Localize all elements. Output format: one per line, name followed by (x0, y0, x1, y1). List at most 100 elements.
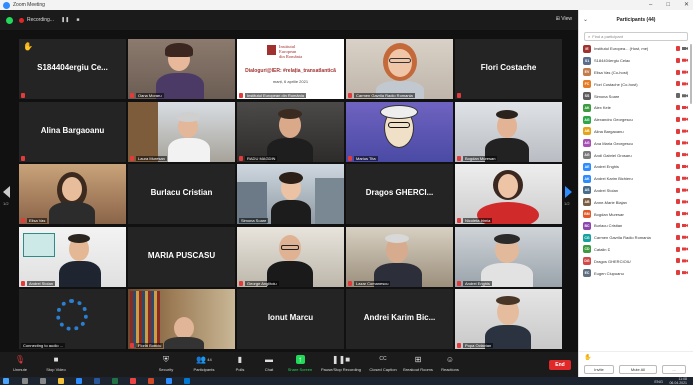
video-tile[interactable]: ✋ S184404ergiu Ce... (19, 39, 126, 99)
participant-name: Andrei Stoian (27, 281, 56, 286)
video-tile[interactable]: Alina Bargaoanu (19, 102, 126, 162)
next-page-arrow-icon[interactable] (565, 186, 572, 198)
participant-row[interactable]: S1 S184404ergiu Celac (579, 55, 691, 67)
mic-muted-icon (457, 93, 461, 98)
language-indicator[interactable]: ENG (654, 379, 663, 384)
view-button[interactable]: ⊞ View (556, 16, 572, 22)
video-tile[interactable]: MARIA PUSCASU (128, 227, 235, 287)
participant-row[interactable]: BM Bogdan Muresan (579, 208, 691, 220)
share-screen-icon: ↑ (295, 355, 305, 364)
clock[interactable]: 11:08 06.04.2021 (669, 377, 687, 385)
participant-row[interactable]: AG Andi Gabriel Grosaru (579, 149, 691, 161)
participant-row[interactable]: FC Flori Costache (Co-host) (579, 78, 691, 90)
minimize-icon[interactable]: – (649, 0, 652, 10)
video-tile[interactable]: Bogdan Muresan (455, 102, 562, 162)
pause-recording-button[interactable]: ❚❚■ Pause/Stop Recording (321, 355, 361, 372)
video-tile[interactable]: Lazar Comanescu (346, 227, 453, 287)
participant-row[interactable]: AG Alexandru Georgescu (579, 114, 691, 126)
unmute-button[interactable]: 🎙 Unmute (0, 355, 40, 372)
video-tile[interactable]: Andrei Stoian (19, 227, 126, 287)
camera-icon: ■ (53, 355, 59, 364)
video-tile[interactable]: Marius Tita (346, 102, 453, 162)
video-tile[interactable]: Institutul European din România Dialogur… (237, 39, 344, 99)
close-icon[interactable]: ✕ (684, 0, 689, 10)
unmute-label: Unmute (12, 367, 27, 372)
participant-name: Ionut Marcu (267, 313, 314, 322)
video-tile[interactable]: Florin Bonciu (128, 289, 235, 349)
mic-muted-icon (676, 140, 680, 146)
pause-recording-icon[interactable]: ❚❚ (61, 17, 69, 23)
participant-row[interactable]: CD Catalin D (579, 244, 691, 256)
participant-row[interactable]: AK Andrei Karim Bichieru (579, 173, 691, 185)
participant-name: Anne-Marie Blajan (594, 199, 627, 205)
participant-list-scrollbar[interactable] (690, 44, 692, 104)
raise-hand-icon[interactable]: ✋ (584, 354, 591, 361)
avatar-logo-icon (56, 299, 88, 331)
video-tile[interactable]: Flori Costache (455, 39, 562, 99)
participant-row[interactable]: AK Alex Kele (579, 102, 691, 114)
video-tile[interactable]: Laura Muresan (128, 102, 235, 162)
video-tile[interactable]: George Anglitoiu (237, 227, 344, 287)
closed-caption-button[interactable]: CC Closed Caption (363, 355, 403, 372)
participant-row[interactable]: AG Ana Maria Georgescu (579, 137, 691, 149)
participant-row[interactable]: IE Institutul Europea... (Host, me) (579, 43, 691, 55)
participant-row[interactable]: DG Dragos GHERCIOIU (579, 255, 691, 267)
page-indicator-right: 1/2 (564, 201, 570, 206)
polls-label: Polls (235, 367, 245, 372)
video-tile[interactable]: Burlacu Cristian (128, 164, 235, 224)
closed-caption-label: Closed Caption (369, 367, 397, 372)
reactions-button[interactable]: ☺ Reactions (430, 355, 470, 372)
video-tile[interactable]: Carmen Gavrila Radio Romania (346, 39, 453, 99)
video-tile[interactable]: Popa Octavian (455, 289, 562, 349)
edge-icon[interactable] (76, 378, 82, 384)
share-screen-button[interactable]: ↑ Share Screen (280, 355, 320, 372)
stop-recording-icon[interactable]: ■ (76, 17, 79, 23)
video-tile[interactable]: Andrei Karim Bic... (346, 289, 453, 349)
participant-search-input[interactable]: ⌕ Find a participant (584, 32, 688, 41)
powerpoint-icon[interactable] (148, 378, 154, 384)
outlook-icon[interactable] (184, 378, 190, 384)
end-meeting-button[interactable]: End (549, 360, 571, 370)
participant-row[interactable]: AS Andrei Stoian (579, 185, 691, 197)
task-view-icon[interactable] (40, 378, 46, 384)
video-tile[interactable]: Nicoleta Irimia (455, 164, 562, 224)
collapse-panel-icon[interactable]: ⌄ (583, 16, 588, 23)
video-tile[interactable]: Elisa Vas (19, 164, 126, 224)
word-icon[interactable] (94, 378, 100, 384)
stop-video-button[interactable]: ■ Stop Video (36, 355, 76, 372)
video-tile[interactable]: Ionut Marcu (237, 289, 344, 349)
video-tile[interactable]: Connecting to audio ... (19, 289, 126, 349)
participant-row[interactable]: BC Burlacu Cristian (579, 220, 691, 232)
zoom-app: Zoom Meeting – □ ✕ Recording... ❚❚ ■ ⊞ V… (0, 0, 693, 385)
zoom-taskbar-icon[interactable] (166, 378, 172, 384)
participant-row[interactable]: AB Anne-Marie Blajan (579, 196, 691, 208)
participant-row[interactable]: SS Simona Soare (579, 90, 691, 102)
participants-button[interactable]: 👥 44 Participants (184, 355, 224, 372)
video-tile[interactable]: Andrei Enghis (455, 227, 562, 287)
participant-row[interactable]: EV Elisa Vas (Co-host) (579, 67, 691, 79)
maximize-icon[interactable]: □ (666, 0, 670, 10)
previous-page-arrow-icon[interactable] (3, 186, 10, 198)
video-tile-active-speaker[interactable]: Simona Soare (237, 164, 344, 224)
participant-row[interactable]: EC Eugen Ciupuanu (579, 267, 691, 279)
mute-all-button[interactable]: Mute All (619, 365, 657, 374)
invite-button[interactable]: Invite (584, 365, 614, 374)
chrome-icon[interactable] (130, 378, 136, 384)
security-button[interactable]: ⛨ Security (146, 355, 186, 372)
mic-muted-icon (676, 211, 680, 217)
more-options-button[interactable]: ... (662, 365, 686, 374)
video-off-icon (682, 70, 688, 74)
participant-row[interactable]: AB Alina Bargaoanu (579, 126, 691, 138)
video-off-icon (682, 58, 688, 62)
participant-row[interactable]: AE Andrei Enghis (579, 161, 691, 173)
excel-icon[interactable] (112, 378, 118, 384)
video-tile[interactable]: Oana Moraru (128, 39, 235, 99)
file-explorer-icon[interactable] (58, 378, 64, 384)
video-tile[interactable]: Dragos GHERCI... (346, 164, 453, 224)
search-taskbar-icon[interactable] (22, 378, 28, 384)
video-tile[interactable]: RADU MAGDIN (237, 102, 344, 162)
security-shield-icon[interactable] (6, 16, 13, 24)
start-button-icon[interactable] (3, 378, 9, 384)
stop-video-label: Stop Video (46, 367, 66, 372)
participant-row[interactable]: CG Carmen Gavrila Radio Romania (579, 232, 691, 244)
